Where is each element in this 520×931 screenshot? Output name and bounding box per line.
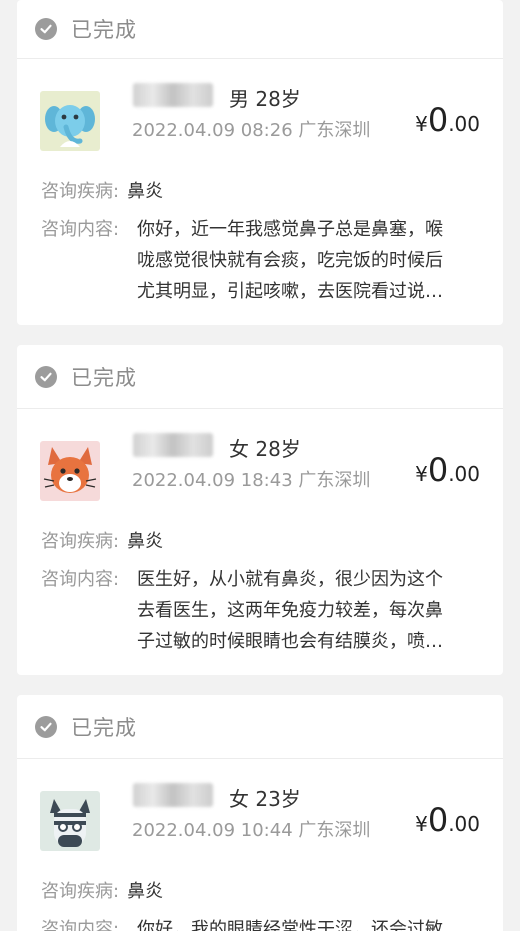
content-text: 你好，近一年我感觉鼻子总是鼻塞，喉 咙感觉很快就有会痰，吃完饭的时候后 尤其明显… [137,219,443,302]
check-circle-icon [35,365,57,388]
status-row: 已完成 [17,0,503,59]
status-label: 已完成 [71,18,137,42]
zebra-avatar-icon [40,791,100,851]
consultation-card[interactable]: 已完成 男 28岁 2022.04.09 08:26 广东深圳 ¥0.00 咨询… [17,0,503,325]
patient-name-redacted [133,433,213,457]
patient-info: 女 23岁 2022.04.09 10:44 广东深圳 ¥0.00 [17,759,503,869]
price: ¥0.00 [415,101,480,139]
disease-label: 咨询疾病: [41,881,120,902]
status-row: 已完成 [17,695,503,759]
patient-info: 男 28岁 2022.04.09 08:26 广东深圳 ¥0.00 [17,59,503,169]
status-label: 已完成 [71,715,137,740]
content-label: 咨询内容: [41,919,120,931]
price: ¥0.00 [415,801,480,839]
disease-row: 咨询疾病: 鼻炎 [41,177,163,203]
consult-datetime-location: 2022.04.09 08:26 广东深圳 [132,120,371,141]
gender-age: 女 23岁 [229,787,301,811]
content-row: 咨询内容: 你好，我的眼睛经常性干涩，还会过敏 [41,914,481,931]
content-text: 医生好，从小就有鼻炎，很少因为这个 去看医生，这两年免疫力较差，每次鼻 子过敏的… [137,569,443,652]
consultation-card[interactable]: 已完成 女 28岁 2022.04.09 18:43 广东深圳 ¥0.00 咨询… [17,345,503,675]
check-circle-icon [35,715,57,738]
status-label: 已完成 [71,365,137,390]
consultation-card[interactable]: 已完成 女 23岁 2022.04.09 10:44 广东深圳 ¥0.00 咨询… [17,695,503,931]
disease-label: 咨询疾病: [41,181,120,202]
content-row: 咨询内容: 你好，近一年我感觉鼻子总是鼻塞，喉 咙感觉很快就有会痰，吃完饭的时候… [41,214,481,307]
content-row: 咨询内容: 医生好，从小就有鼻炎，很少因为这个 去看医生，这两年免疫力较差，每次… [41,564,481,657]
disease-value: 鼻炎 [127,881,164,902]
disease-value: 鼻炎 [127,531,164,552]
gender-age: 女 28岁 [229,437,301,461]
patient-info: 女 28岁 2022.04.09 18:43 广东深圳 ¥0.00 [17,409,503,519]
content-text: 你好，我的眼睛经常性干涩，还会过敏 [137,919,443,931]
disease-value: 鼻炎 [127,181,164,202]
consult-datetime-location: 2022.04.09 18:43 广东深圳 [132,470,371,491]
patient-name-redacted [133,83,213,107]
check-circle-icon [35,18,57,40]
content-label: 咨询内容: [41,219,120,240]
consult-datetime-location: 2022.04.09 10:44 广东深圳 [132,820,371,841]
fox-avatar-icon [40,441,100,501]
disease-row: 咨询疾病: 鼻炎 [41,527,163,553]
status-row: 已完成 [17,345,503,409]
disease-row: 咨询疾病: 鼻炎 [41,877,163,903]
gender-age: 男 28岁 [229,87,301,111]
disease-label: 咨询疾病: [41,531,120,552]
content-label: 咨询内容: [41,569,120,590]
patient-name-redacted [133,783,213,807]
price: ¥0.00 [415,451,480,489]
elephant-avatar-icon [40,91,100,151]
